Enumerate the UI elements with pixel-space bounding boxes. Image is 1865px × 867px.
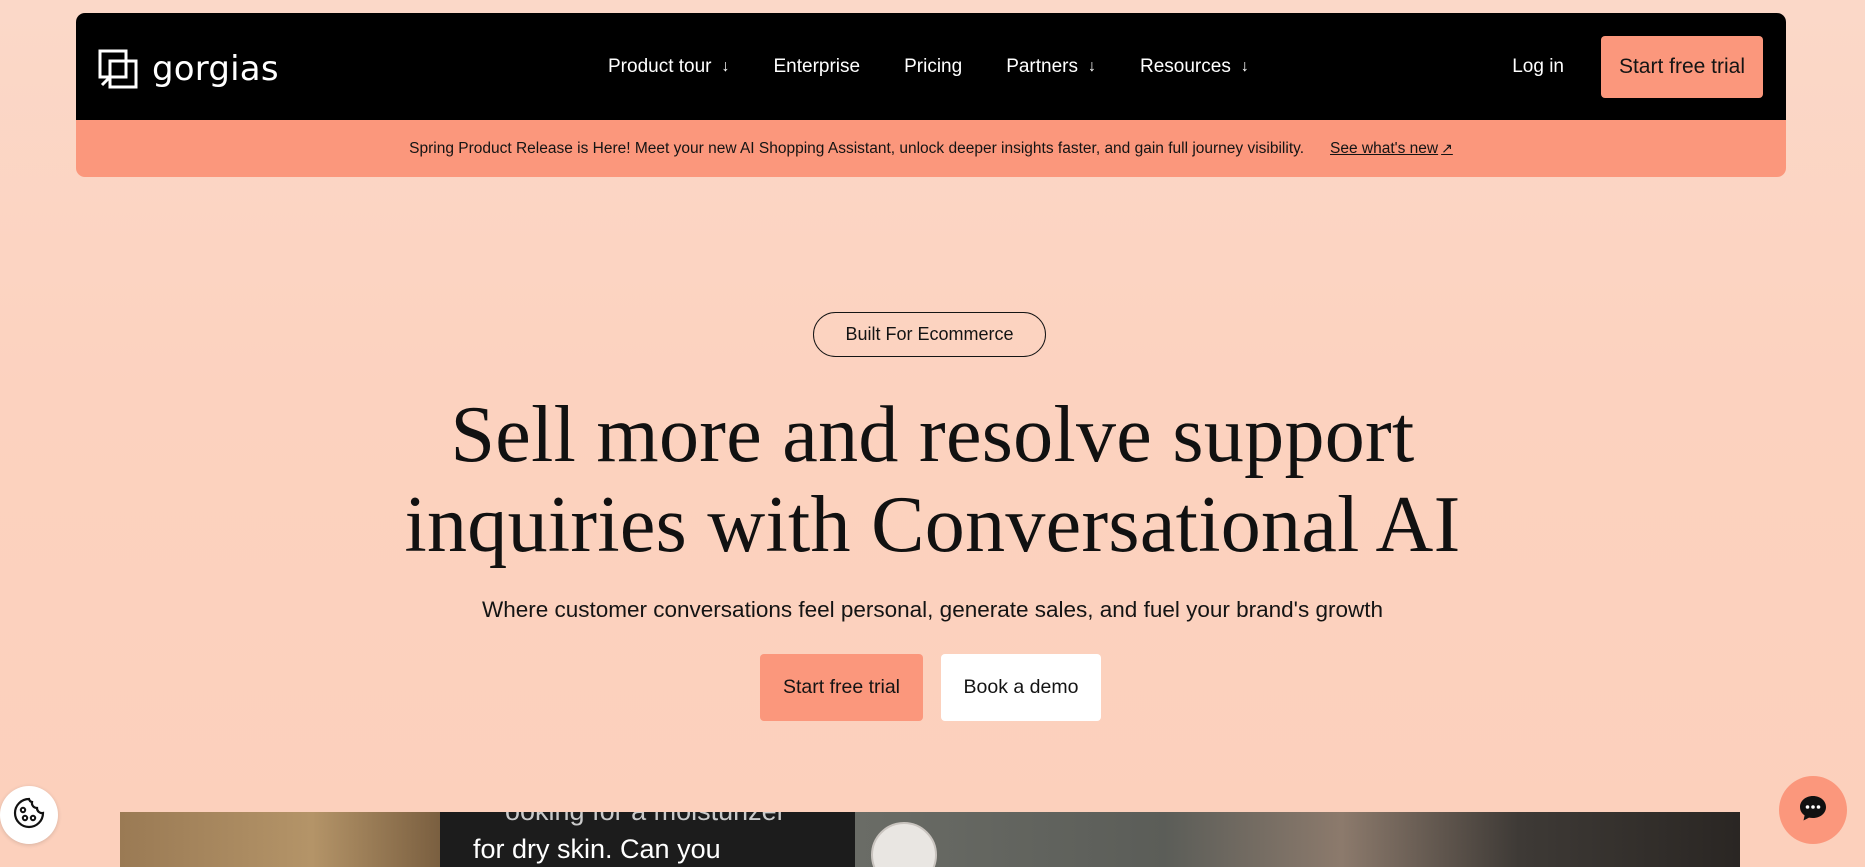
nav-item-partners[interactable]: Partners ↓ — [1006, 56, 1096, 78]
hero-headline: Sell more and resolve support inquiries … — [300, 390, 1565, 570]
avatar — [871, 822, 937, 867]
start-free-trial-button[interactable]: Start free trial — [1601, 36, 1763, 98]
cookie-settings-button[interactable] — [0, 786, 58, 844]
hero-cta-row: Start free trial Book a demo — [760, 654, 1101, 721]
cookie-icon — [12, 796, 46, 835]
hero-start-free-trial-button[interactable]: Start free trial — [760, 654, 923, 721]
arrow-down-icon: ↓ — [721, 57, 730, 75]
video-frame-left — [120, 812, 440, 867]
see-whats-new-link[interactable]: See what's new ↗ — [1330, 140, 1453, 158]
gorgias-logo-icon — [98, 49, 138, 89]
main-nav: Product tour ↓ Enterprise Pricing Partne… — [608, 13, 1293, 120]
brand-name: gorgias — [152, 49, 279, 89]
nav-item-enterprise[interactable]: Enterprise — [774, 56, 861, 78]
banner-text: Spring Product Release is Here! Meet you… — [409, 139, 1305, 157]
nav-item-label: Enterprise — [773, 55, 861, 77]
nav-item-pricing[interactable]: Pricing — [904, 56, 962, 78]
nav-item-product-tour[interactable]: Product tour ↓ — [608, 56, 730, 78]
chat-text-faded: ooking for a moisturizer — [505, 812, 786, 827]
brand-logo[interactable]: gorgias — [98, 49, 279, 89]
arrow-down-icon: ↓ — [1240, 57, 1249, 75]
video-chat-bubble: ooking for a moisturizer for dry skin. C… — [440, 812, 855, 867]
nav-item-resources[interactable]: Resources ↓ — [1140, 56, 1249, 78]
login-link[interactable]: Log in — [1512, 13, 1564, 120]
chat-text-line: for dry skin. Can you — [473, 834, 721, 864]
top-nav-bar: gorgias Product tour ↓ Enterprise Pricin… — [76, 13, 1786, 120]
video-frame-right — [855, 812, 1740, 867]
chat-launcher-button[interactable] — [1779, 776, 1847, 844]
headline-line-2: inquiries with Conversational AI — [404, 481, 1461, 569]
arrow-down-icon: ↓ — [1088, 57, 1096, 75]
nav-item-label: Product tour — [608, 55, 712, 77]
banner-link-label: See what's new — [1330, 139, 1439, 157]
headline-line-1: Sell more and resolve support — [450, 391, 1415, 479]
nav-item-label: Pricing — [904, 55, 963, 77]
chat-bubble-icon — [1797, 792, 1829, 829]
nav-item-label: Partners — [1006, 55, 1078, 77]
hero-video-preview[interactable]: ooking for a moisturizer for dry skin. C… — [120, 812, 1740, 867]
book-a-demo-button[interactable]: Book a demo — [941, 654, 1101, 721]
announcement-banner: Spring Product Release is Here! Meet you… — [76, 120, 1786, 177]
hero-subheadline: Where customer conversations feel person… — [481, 597, 1384, 622]
built-for-ecommerce-badge: Built For Ecommerce — [813, 312, 1046, 357]
external-arrow-icon: ↗ — [1441, 140, 1453, 156]
nav-item-label: Resources — [1140, 55, 1231, 77]
